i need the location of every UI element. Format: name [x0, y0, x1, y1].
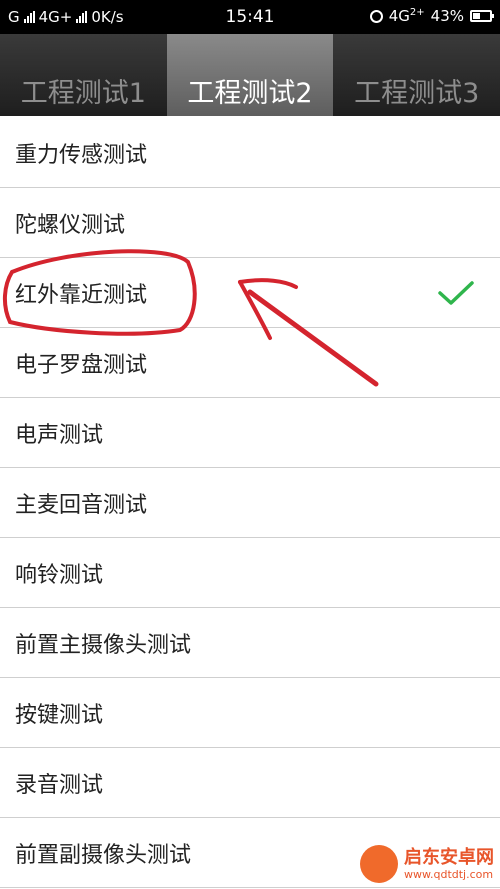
status-bar: G 4G+ 0K/s 15:41 4G2+ 43%: [0, 0, 500, 34]
item-label: 主麦回音测试: [15, 492, 148, 518]
list-item[interactable]: 重力传感测试: [0, 118, 500, 188]
list-item[interactable]: 按键测试: [0, 678, 500, 748]
watermark-logo-icon: [360, 845, 398, 883]
tab-engineering-test-1[interactable]: 工程测试1: [0, 34, 167, 116]
item-label: 录音测试: [15, 772, 104, 798]
item-label: 重力传感测试: [15, 142, 148, 168]
item-label: 响铃测试: [15, 562, 104, 588]
item-label: 陀螺仪测试: [15, 212, 126, 238]
checkmark-icon: [438, 281, 474, 305]
test-list: 重力传感测试 陀螺仪测试 红外靠近测试 电子罗盘测试 电声测试 主麦回音测试 响…: [0, 118, 500, 888]
item-label: 前置主摄像头测试: [15, 632, 192, 658]
item-label: 按键测试: [15, 702, 104, 728]
item-label: 前置副摄像头测试: [15, 842, 192, 868]
alarm-icon: [369, 9, 383, 23]
list-item[interactable]: 录音测试: [0, 748, 500, 818]
tab-bar: 工程测试1 工程测试2 工程测试3: [0, 34, 500, 116]
list-item[interactable]: 陀螺仪测试: [0, 188, 500, 258]
tab-engineering-test-2[interactable]: 工程测试2: [166, 34, 334, 116]
item-label: 红外靠近测试: [15, 282, 148, 308]
watermark-title: 启东安卓网: [404, 846, 494, 868]
network-type-2: 4G2+: [388, 7, 425, 25]
list-item[interactable]: 前置主摄像头测试: [0, 608, 500, 678]
list-item[interactable]: 电声测试: [0, 398, 500, 468]
item-label: 电声测试: [15, 422, 104, 448]
list-item[interactable]: 响铃测试: [0, 538, 500, 608]
item-label: 电子罗盘测试: [15, 352, 148, 378]
list-item[interactable]: 红外靠近测试: [0, 258, 500, 328]
watermark: 启东安卓网 www.qdtdtj.com: [360, 845, 494, 883]
watermark-url: www.qdtdtj.com: [404, 867, 494, 881]
battery-percent: 43%: [430, 7, 464, 25]
tab-engineering-test-3[interactable]: 工程测试3: [333, 34, 500, 116]
battery-icon: [470, 10, 494, 22]
status-right: 4G2+ 43%: [369, 7, 494, 25]
list-item[interactable]: 主麦回音测试: [0, 468, 500, 538]
list-item[interactable]: 电子罗盘测试: [0, 328, 500, 398]
